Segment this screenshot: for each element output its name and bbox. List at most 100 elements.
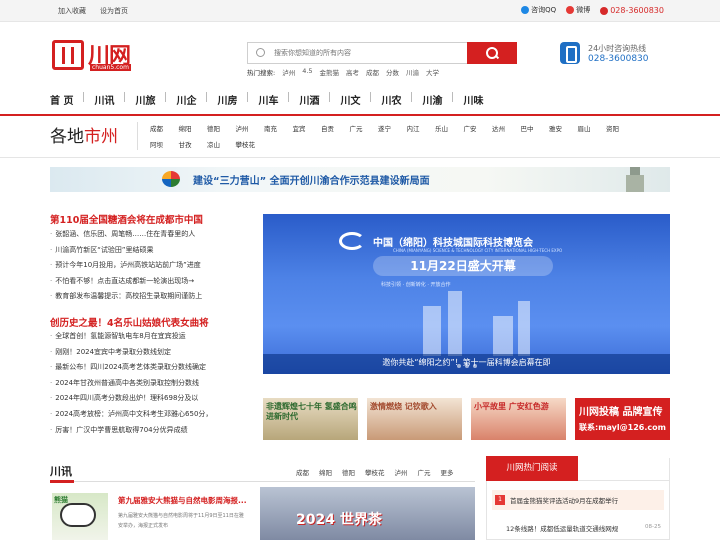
weibo-label: 微博: [576, 6, 591, 14]
nav-chuanyu[interactable]: 川渝: [422, 92, 442, 107]
region-link[interactable]: 攀枝花: [236, 139, 265, 149]
regions-title-red: 市州: [84, 127, 118, 147]
headline-2[interactable]: 创历史之最！4名乐山姑娘代表女曲将: [50, 315, 209, 329]
list-item[interactable]: 2024年甘孜州普通高中各类别录取控制分数线: [50, 378, 255, 394]
featured-slideshow[interactable]: 中国（绵阳）科技城国际科技博览会 CHINA (MIANYANG) SCIENC…: [263, 214, 670, 374]
main-nav: 首 页 川讯 川旅 川企 川房 川车 川酒 川文 川农 川渝 川味: [50, 92, 513, 107]
region-link[interactable]: 遂宁: [378, 123, 407, 133]
region-link[interactable]: 雅安: [549, 123, 578, 133]
slide-dot[interactable]: [456, 364, 461, 368]
hot-read-tab[interactable]: 川网热门阅读: [486, 456, 578, 481]
nav-chuanxun[interactable]: 川讯: [94, 92, 114, 107]
nav-chuannong[interactable]: 川农: [381, 92, 401, 107]
hot-word[interactable]: 金熊猫: [320, 67, 340, 77]
promo-banner[interactable]: 建设“三力营山” 全面开创川渝合作示范县建设新局面: [50, 167, 670, 192]
region-link[interactable]: 绵阳: [179, 123, 208, 133]
section-nav-item[interactable]: 攀枝花: [365, 467, 385, 477]
region-link[interactable]: 内江: [407, 123, 436, 133]
nav-chuanqi[interactable]: 川企: [176, 92, 196, 107]
add-favorite-link[interactable]: 加入收藏: [58, 6, 86, 16]
region-link[interactable]: 德阳: [207, 123, 236, 133]
section-title[interactable]: 川讯: [50, 463, 72, 479]
section-nav-item[interactable]: 泸州: [395, 467, 408, 477]
nav-chuanfang[interactable]: 川房: [217, 92, 237, 107]
hot-word[interactable]: 4.5: [302, 67, 312, 77]
regions-divider: [137, 122, 138, 150]
list-item[interactable]: 川渝高竹新区“试验田”里结硕果: [50, 245, 255, 261]
slide-dot[interactable]: [464, 364, 469, 368]
search-button[interactable]: [467, 42, 517, 64]
nav-chuanwen[interactable]: 川文: [340, 92, 360, 107]
region-link[interactable]: 乐山: [435, 123, 464, 133]
section-nav-item[interactable]: 德阳: [342, 467, 355, 477]
list-item[interactable]: 预计今年10月投用，泸州高铁站站前广场”进度: [50, 260, 255, 276]
region-link[interactable]: 泸州: [236, 123, 265, 133]
hot-item-2[interactable]: 12条线路！成都低运量轨道交通线网规: [506, 523, 618, 533]
feature-title[interactable]: 第九届雅安大熊猫与自然电影周海报...: [118, 495, 247, 506]
list-item[interactable]: 2024高考放榜：泸州高中文科考生邓雅心650分，: [50, 409, 255, 425]
region-link[interactable]: 巴中: [521, 123, 550, 133]
hot-word[interactable]: 成都: [366, 67, 379, 77]
list-item[interactable]: 不怕看不够！点击直达成都新一轮演出现场→: [50, 276, 255, 292]
slide-dots[interactable]: [263, 361, 670, 370]
nav-chuanlv[interactable]: 川旅: [135, 92, 155, 107]
section-more-link[interactable]: 更多: [441, 467, 454, 477]
list-item[interactable]: 教育部发布温馨提示：高校招生录取期间谨防上: [50, 291, 255, 307]
top-phone: 028-3600830: [600, 6, 664, 15]
region-link[interactable]: 达州: [492, 123, 521, 133]
section-line: [50, 481, 475, 482]
region-link[interactable]: 广元: [350, 123, 379, 133]
headline-1[interactable]: 第110届全国糖酒会将在成都市中国: [50, 212, 203, 226]
list-item[interactable]: 全球首创！氢能源智轨电车8月在宜宾投运: [50, 331, 255, 347]
region-link[interactable]: 眉山: [578, 123, 607, 133]
site-logo[interactable]: 川网 chuan5.com: [52, 40, 138, 74]
region-link[interactable]: 甘孜: [179, 139, 208, 149]
list-item[interactable]: 张韶涵、信乐团、周笔畅……住在青春里的人: [50, 229, 255, 245]
top-contact: 咨询QQ 微博 028-3600830: [521, 5, 664, 15]
feature-image-2[interactable]: 2024 世界茶: [260, 487, 475, 540]
nav-chuanche[interactable]: 川车: [258, 92, 278, 107]
region-link[interactable]: 凉山: [207, 139, 236, 149]
list-item[interactable]: 刚刚！2024宜宾中考录取分数线划定: [50, 347, 255, 363]
region-link[interactable]: 资阳: [606, 123, 635, 133]
hot-word[interactable]: 分数: [386, 67, 399, 77]
region-link[interactable]: 成都: [150, 123, 179, 133]
nav-home[interactable]: 首 页: [50, 92, 73, 107]
qq-link[interactable]: 咨询QQ: [521, 5, 556, 15]
regions-title: 各地市州: [50, 122, 118, 147]
thumb-2[interactable]: 激情燃烧 记钦歌入: [367, 398, 462, 440]
hot-word[interactable]: 泸州: [282, 67, 295, 77]
list-item[interactable]: 最新公布！四川2024高考艺体类录取分数线确定: [50, 362, 255, 378]
top-links: 加入收藏 设为首页: [58, 6, 128, 16]
weibo-icon: [566, 6, 575, 14]
section-nav-item[interactable]: 成都: [296, 467, 309, 477]
hot-word[interactable]: 大学: [426, 67, 439, 77]
thumb-3[interactable]: 小平故里 广安红色游: [471, 398, 566, 440]
slide-dot[interactable]: [472, 364, 477, 368]
banner-text: 建设“三力营山” 全面开创川渝合作示范县建设新局面: [193, 176, 430, 187]
weibo-link[interactable]: 微博: [566, 5, 590, 15]
section-nav-item[interactable]: 绵阳: [319, 467, 332, 477]
region-link[interactable]: 宜宾: [293, 123, 322, 133]
thumb-1[interactable]: 非遗辉煌七十年 氢盛合鸣进新时代: [263, 398, 358, 440]
building-shape: [518, 301, 530, 356]
region-link[interactable]: 南充: [264, 123, 293, 133]
set-homepage-link[interactable]: 设为首页: [100, 6, 128, 16]
submit-email: 联系:mayl@126.com: [579, 423, 666, 432]
list-item[interactable]: 厉害！广汉中学曹思航取得704分优异成绩: [50, 425, 255, 441]
nav-chuanwei[interactable]: 川味: [463, 92, 483, 107]
region-link[interactable]: 自贡: [321, 123, 350, 133]
nav-chuanjiu[interactable]: 川酒: [299, 92, 319, 107]
qq-label: 咨询QQ: [531, 6, 557, 14]
list-item[interactable]: 2024年四川高考分数段出炉！理科698分及以: [50, 393, 255, 409]
feature-thumbnail[interactable]: 熊猫: [52, 493, 108, 540]
region-link[interactable]: 阿坝: [150, 139, 179, 149]
hot-word[interactable]: 川渝: [406, 67, 419, 77]
thumb-submit[interactable]: 川网投稿 品牌宣传 联系:mayl@126.com: [575, 398, 670, 440]
section-nav-item[interactable]: 广元: [418, 467, 431, 477]
hot-word[interactable]: 高考: [346, 67, 359, 77]
search-input[interactable]: [274, 46, 454, 60]
feature-desc: 第九届雅安大熊猫与自然电影周将于11月9日至11日在雅安举办，海报正式发布: [118, 513, 244, 529]
hot-item-1[interactable]: 1 首届金熊猫奖评选活动9月在成都举行: [492, 490, 664, 510]
region-link[interactable]: 广安: [464, 123, 493, 133]
